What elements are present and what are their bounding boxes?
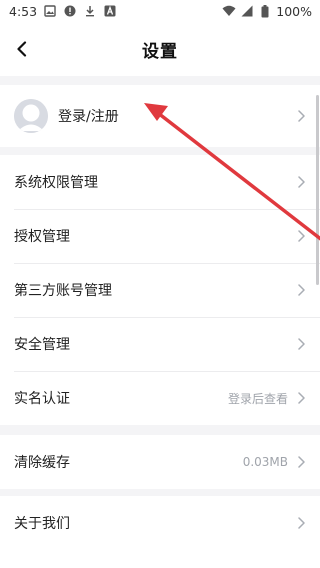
chevron-right-icon — [296, 175, 306, 189]
real-name-verification-row[interactable]: 实名认证 登录后查看 — [0, 371, 320, 425]
chevron-right-icon — [296, 337, 306, 351]
system-permission-row[interactable]: 系统权限管理 — [0, 155, 320, 209]
a-icon — [103, 4, 117, 18]
chevron-right-icon — [296, 229, 306, 243]
chevron-right-icon — [296, 391, 306, 405]
avatar — [14, 99, 48, 133]
row-value: 登录后查看 — [227, 391, 288, 406]
status-time: 4:53 — [9, 3, 38, 19]
third-party-account-row[interactable]: 第三方账号管理 — [0, 263, 320, 317]
chevron-right-icon — [296, 455, 306, 469]
permissions-card: 系统权限管理 授权管理 第三方账号管理 安全管理 实名认证 登录后查看 — [0, 155, 320, 425]
chevron-right-icon — [296, 283, 306, 297]
page-title: 设置 — [142, 41, 178, 62]
authorization-row[interactable]: 授权管理 — [0, 209, 320, 263]
app-header: 设置 — [0, 22, 320, 76]
signal-icon — [240, 4, 254, 18]
scroll-indicator[interactable] — [316, 95, 319, 285]
row-label: 清除缓存 — [14, 455, 70, 471]
chevron-right-icon — [296, 516, 306, 530]
row-label: 第三方账号管理 — [14, 283, 112, 299]
alert-icon — [63, 4, 77, 18]
security-row[interactable]: 安全管理 — [0, 317, 320, 371]
row-label: 实名认证 — [14, 391, 70, 407]
profile-card: 登录/注册 — [0, 85, 320, 147]
row-value: 0.03MB — [242, 455, 288, 469]
default-avatar-icon — [14, 99, 48, 133]
battery-icon — [258, 4, 272, 18]
row-label: 系统权限管理 — [14, 175, 98, 191]
about-us-row[interactable]: 关于我们 — [0, 496, 320, 550]
row-label: 关于我们 — [14, 516, 70, 532]
back-button[interactable] — [10, 37, 34, 61]
wifi-icon — [222, 4, 236, 18]
about-card: 关于我们 — [0, 496, 320, 568]
image-icon — [43, 4, 57, 18]
login-register-label: 登录/注册 — [58, 109, 119, 125]
cache-card: 清除缓存 0.03MB — [0, 435, 320, 489]
login-register-row[interactable]: 登录/注册 — [0, 85, 320, 147]
chevron-right-icon — [296, 109, 306, 123]
clear-cache-row[interactable]: 清除缓存 0.03MB — [0, 435, 320, 489]
battery-percent: 100% — [276, 3, 312, 19]
download-icon — [83, 4, 97, 18]
status-right: 100% — [222, 4, 312, 19]
status-left: 4:53 — [9, 4, 117, 19]
back-chevron-icon — [17, 41, 27, 57]
row-label: 授权管理 — [14, 229, 70, 245]
status-bar: 4:53 100% — [0, 0, 320, 22]
row-label: 安全管理 — [14, 337, 70, 353]
